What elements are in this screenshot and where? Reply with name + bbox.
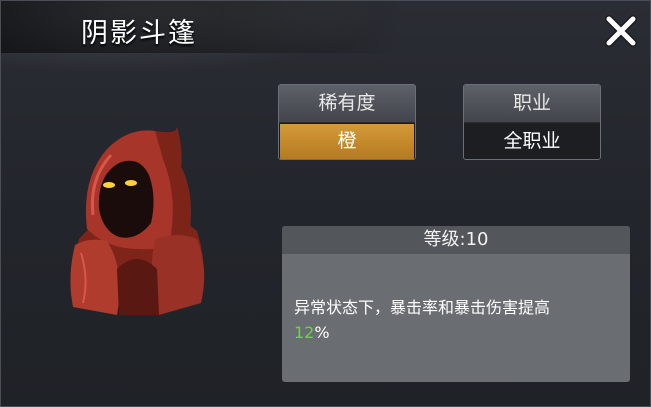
effect-card: 等级:10 异常状态下，暴击率和暴击伤害提高 12%	[282, 226, 630, 382]
close-icon[interactable]	[601, 11, 641, 51]
rarity-label: 稀有度	[279, 85, 415, 123]
effect-description: 异常状态下，暴击率和暴击伤害提高 12%	[294, 295, 624, 345]
effect-value: 12	[294, 323, 315, 342]
class-label: 职业	[464, 85, 600, 123]
effect-unit: %	[314, 323, 330, 342]
class-box: 职业 全职业	[463, 84, 601, 160]
cloak-item-icon	[70, 127, 205, 315]
item-detail-panel: 阴影斗篷 稀有度 橙 职业 全职业 等级:10 异常状态下，暴击率和暴击伤害提高…	[0, 0, 651, 407]
class-value: 全职业	[464, 123, 600, 159]
item-title: 阴影斗篷	[81, 18, 197, 49]
effect-text: 异常状态下，暴击率和暴击伤害提高	[294, 298, 551, 317]
level-label: 等级:10	[282, 226, 630, 254]
rarity-value: 橙	[280, 124, 414, 159]
title-bar	[1, 1, 401, 53]
rarity-box: 稀有度 橙	[278, 84, 416, 160]
